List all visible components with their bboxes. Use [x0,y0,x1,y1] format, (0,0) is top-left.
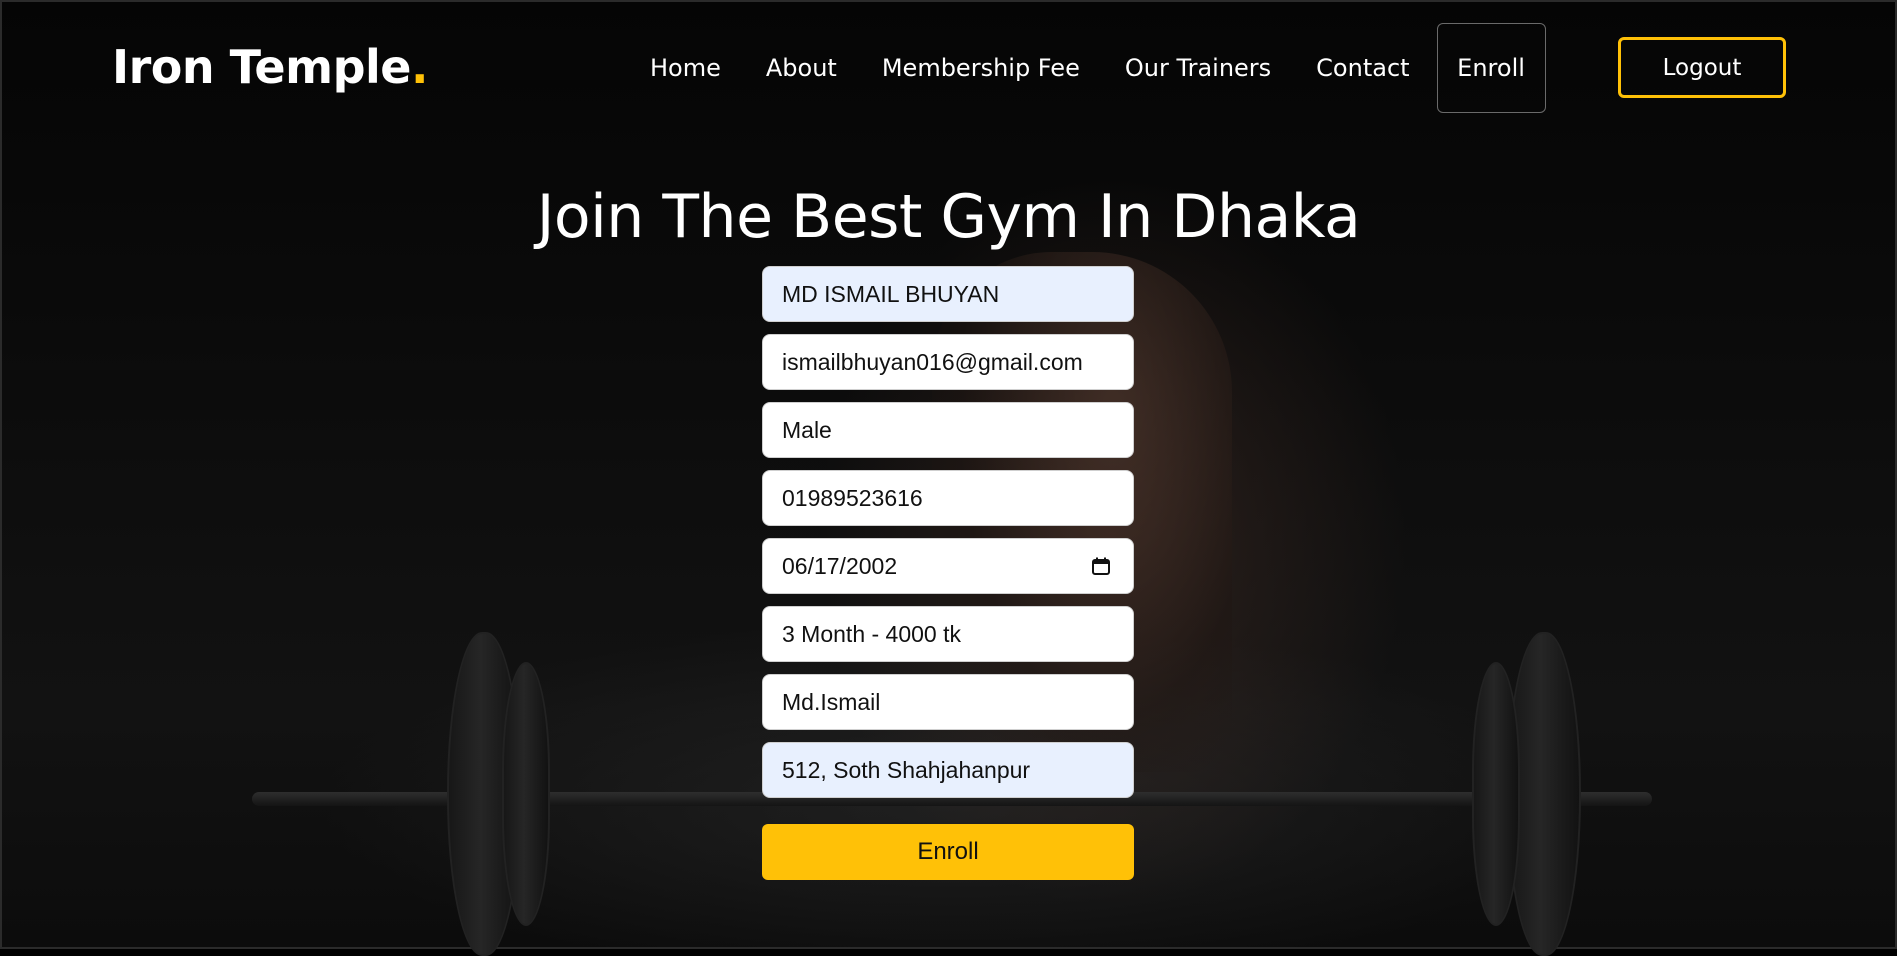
enroll-form: MD ISMAIL BHUYAN ismailbhuyan016@gmail.c… [762,266,1134,880]
nav-membership-fee[interactable]: Membership Fee [882,54,1080,82]
dob-value: 06/17/2002 [782,552,898,579]
package-field[interactable]: 3 Month - 4000 tk [762,606,1134,662]
calendar-icon[interactable] [1091,556,1111,576]
phone-field[interactable]: 01989523616 [762,470,1134,526]
phone-value: 01989523616 [782,484,923,511]
nav-home[interactable]: Home [650,54,721,82]
brand-dot: . [410,40,428,94]
enroll-submit-button[interactable]: Enroll [762,824,1134,880]
logout-button[interactable]: Logout [1618,37,1786,98]
name-value: MD ISMAIL BHUYAN [782,280,1000,307]
brand-name: Iron Temple [112,40,411,94]
main-nav: Home About Membership Fee Our Trainers C… [650,22,1546,114]
barbell-plate-left-inner [502,662,550,926]
barbell-plate-right-inner [1472,662,1520,926]
brand-logo[interactable]: Iron Temple. [112,40,428,94]
gender-field[interactable]: Male [762,402,1134,458]
name-field[interactable]: MD ISMAIL BHUYAN [762,266,1134,322]
nav-contact[interactable]: Contact [1316,54,1409,82]
address-value: 512, Soth Shahjahanpur [782,756,1031,783]
package-value: 3 Month - 4000 tk [782,620,961,647]
nav-enroll[interactable]: Enroll [1436,23,1546,113]
email-value: ismailbhuyan016@gmail.com [782,348,1083,375]
trainer-value: Md.Ismail [782,688,881,715]
page-title: Join The Best Gym In Dhaka [536,182,1361,252]
address-field[interactable]: 512, Soth Shahjahanpur [762,742,1134,798]
gender-value: Male [782,416,832,443]
dob-field[interactable]: 06/17/2002 [762,538,1134,594]
nav-our-trainers[interactable]: Our Trainers [1125,54,1271,82]
email-field[interactable]: ismailbhuyan016@gmail.com [762,334,1134,390]
nav-about[interactable]: About [766,54,837,82]
trainer-field[interactable]: Md.Ismail [762,674,1134,730]
